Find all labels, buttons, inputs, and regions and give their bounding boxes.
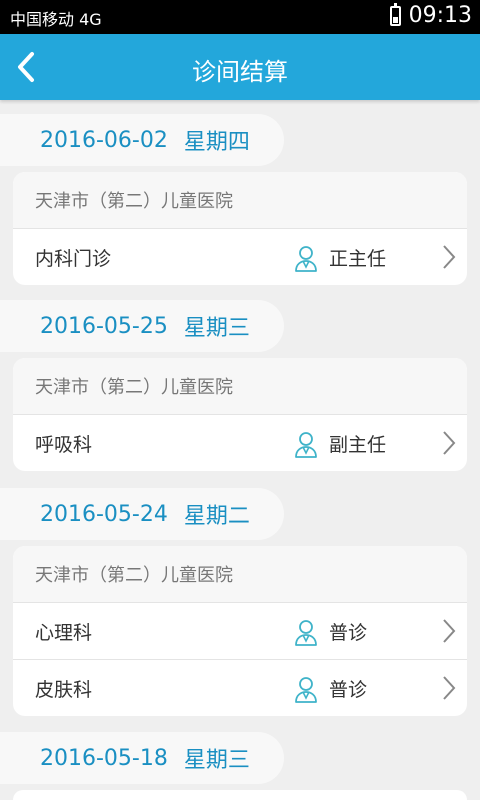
hospital-name: 天津市（第二）儿童医院 xyxy=(35,377,233,398)
visit-date: 2016-06-02 xyxy=(40,127,168,153)
doctor-icon xyxy=(295,620,317,646)
title-bar: 诊间结算 xyxy=(0,34,480,100)
doctor-title: 正主任 xyxy=(329,247,387,270)
visit-row[interactable]: 内科门诊 正主任 xyxy=(13,229,467,285)
chevron-right-icon xyxy=(443,676,456,700)
battery-icon xyxy=(389,2,401,26)
date-header: 2016-05-18 星期三 xyxy=(0,732,284,784)
doctor-icon xyxy=(295,432,317,458)
status-bar: 中国移动 4G 09:13 xyxy=(0,0,480,34)
doctor-title: 普诊 xyxy=(329,678,368,701)
clock: 09:13 xyxy=(408,3,472,28)
hospital-name: 天津市（第二）儿童医院 xyxy=(35,191,233,212)
visit-weekday: 星期三 xyxy=(183,316,250,341)
doctor-title: 普诊 xyxy=(329,621,368,644)
doctor-icon xyxy=(295,677,317,703)
carrier-label: 中国移动 4G xyxy=(10,10,102,29)
department-label: 皮肤科 xyxy=(35,678,93,701)
visit-weekday: 星期二 xyxy=(183,504,250,529)
status-right: 09:13 xyxy=(389,2,472,28)
date-header: 2016-06-02 星期四 xyxy=(0,114,284,166)
chevron-right-icon xyxy=(443,245,456,269)
hospital-header: 天津市（第二）儿童医院 xyxy=(13,546,467,603)
visit-row[interactable]: 皮肤科 普诊 xyxy=(13,659,467,716)
department-label: 心理科 xyxy=(35,621,93,644)
visit-row[interactable]: 呼吸科 副主任 xyxy=(13,415,467,471)
department-label: 内科门诊 xyxy=(35,247,112,270)
hospital-header: 天津市（第二）儿童医院 xyxy=(13,358,467,415)
chevron-right-icon xyxy=(443,431,456,455)
doctor-title: 副主任 xyxy=(329,433,387,456)
visit-card: 天津市（第二）儿童医院 呼吸科 副主任 xyxy=(13,358,467,471)
date-header: 2016-05-24 星期二 xyxy=(0,488,284,540)
hospital-name: 天津市（第二）儿童医院 xyxy=(35,565,233,586)
visit-row[interactable]: 心理科 普诊 xyxy=(13,603,467,659)
page-title: 诊间结算 xyxy=(192,58,288,86)
date-header: 2016-05-25 星期三 xyxy=(0,300,284,352)
visit-date: 2016-05-25 xyxy=(40,313,168,339)
chevron-right-icon xyxy=(443,619,456,643)
visit-card: 天津市（第二）儿童医院 内科门诊 正主任 xyxy=(13,172,467,285)
visit-weekday: 星期四 xyxy=(183,130,250,155)
doctor-icon xyxy=(295,246,317,272)
hospital-header: 天津市（第二）儿童医院 xyxy=(13,172,467,229)
visit-weekday: 星期三 xyxy=(183,748,250,773)
visit-date: 2016-05-24 xyxy=(40,501,168,527)
visit-card: 天津市（第二）儿童医院 心理科 普诊 皮肤科 普诊 xyxy=(13,546,467,716)
department-label: 呼吸科 xyxy=(35,433,93,456)
visit-date: 2016-05-18 xyxy=(40,745,168,771)
visit-card xyxy=(13,790,467,800)
